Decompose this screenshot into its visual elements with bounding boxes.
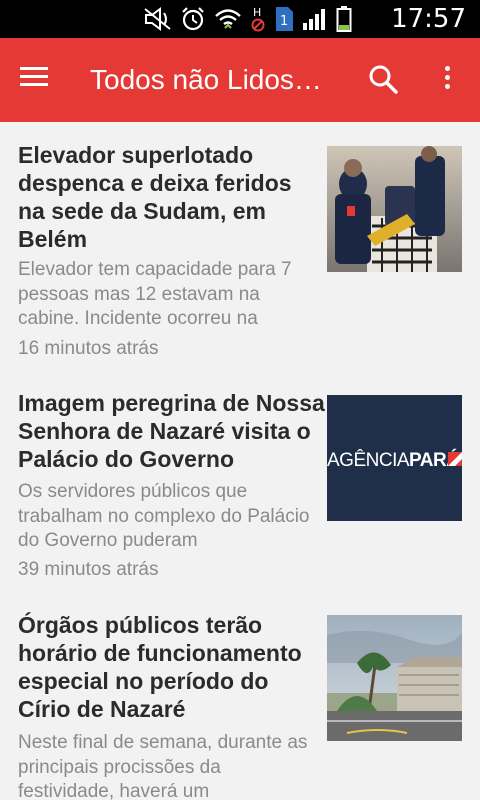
- sim-1-icon: 1: [276, 7, 293, 31]
- alarm-icon: [182, 7, 204, 31]
- article-title: Órgãos públicos terão horário de funcion…: [18, 612, 302, 722]
- article-title: Imagem peregrina de Nossa Senhora de Naz…: [18, 390, 325, 472]
- article-title: Elevador superlotado despenca e deixa fe…: [18, 142, 292, 252]
- status-bar: H 1 17:57: [0, 0, 480, 38]
- app-bar: Todos não Lidos…: [0, 38, 480, 122]
- app-bar-title: Todos não Lidos…: [90, 64, 322, 95]
- clock: 17:57: [391, 4, 466, 34]
- svg-text:H: H: [253, 6, 261, 19]
- battery-icon: [336, 6, 352, 32]
- article-thumbnail: AGÊNCIAPARÁ: [327, 395, 462, 521]
- svg-text:1: 1: [280, 14, 288, 29]
- article-thumbnail: [327, 615, 462, 741]
- search-icon[interactable]: [366, 62, 402, 98]
- svg-text:AGÊNCIAPARÁ: AGÊNCIAPARÁ: [327, 449, 460, 471]
- article-time: 39 minutos atrás: [18, 559, 159, 580]
- mute-icon: [144, 7, 171, 31]
- wifi-icon: [215, 9, 241, 29]
- article-item[interactable]: Elevador superlotado despenca e deixa fe…: [0, 122, 480, 368]
- signal-icon: [303, 9, 325, 30]
- article-summary: Os servidores públicos que trabalham no …: [18, 481, 310, 551]
- menu-icon[interactable]: [20, 62, 60, 98]
- article-feed[interactable]: Elevador superlotado despenca e deixa fe…: [0, 122, 480, 800]
- article-summary: Elevador tem capacidade para 7 pessoas m…: [18, 259, 292, 329]
- article-time: 16 minutos atrás: [18, 338, 159, 359]
- article-item[interactable]: Imagem peregrina de Nossa Senhora de Naz…: [0, 368, 480, 590]
- article-summary: Neste final de semana, durante as princi…: [18, 732, 308, 800]
- article-item[interactable]: Órgãos públicos terão horário de funcion…: [0, 590, 480, 800]
- no-signal-h-icon: H: [251, 6, 265, 32]
- article-thumbnail: [327, 146, 462, 272]
- status-icons: H 1: [144, 4, 352, 34]
- overflow-menu-icon[interactable]: [432, 62, 462, 98]
